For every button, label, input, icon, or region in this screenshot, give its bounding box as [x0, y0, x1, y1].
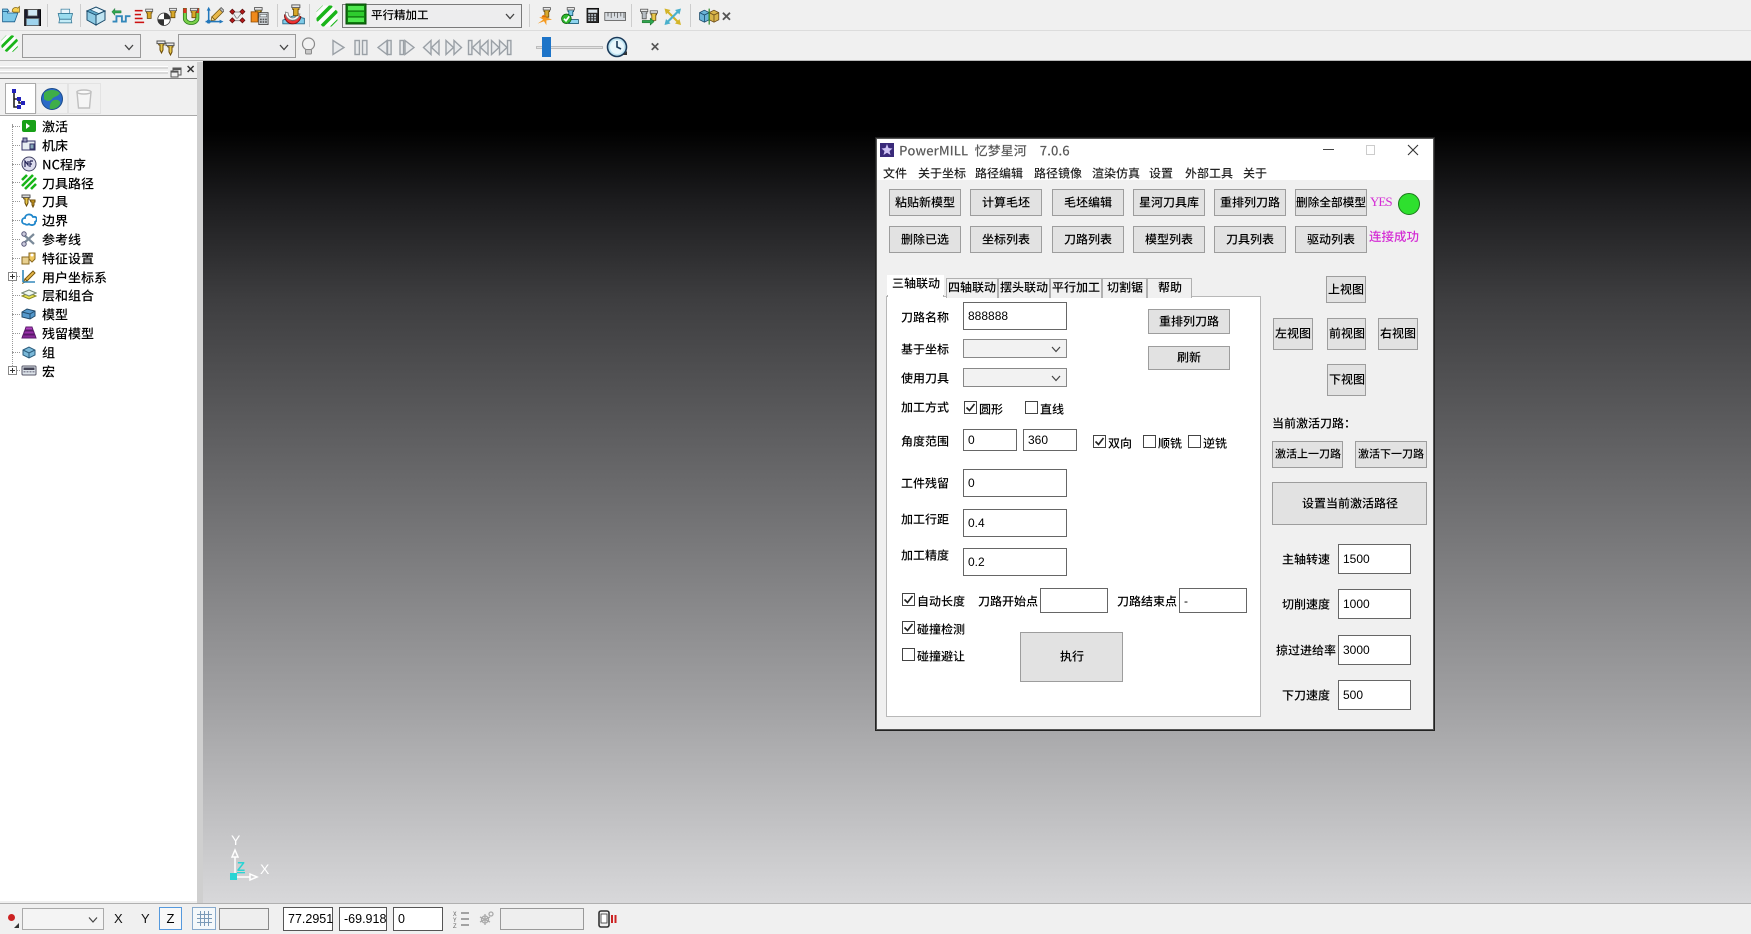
- svg-text:Z: Z: [453, 923, 457, 928]
- svg-text:X: X: [260, 861, 270, 877]
- svg-text:Y: Y: [231, 832, 241, 848]
- svg-text:Z: Z: [237, 859, 245, 874]
